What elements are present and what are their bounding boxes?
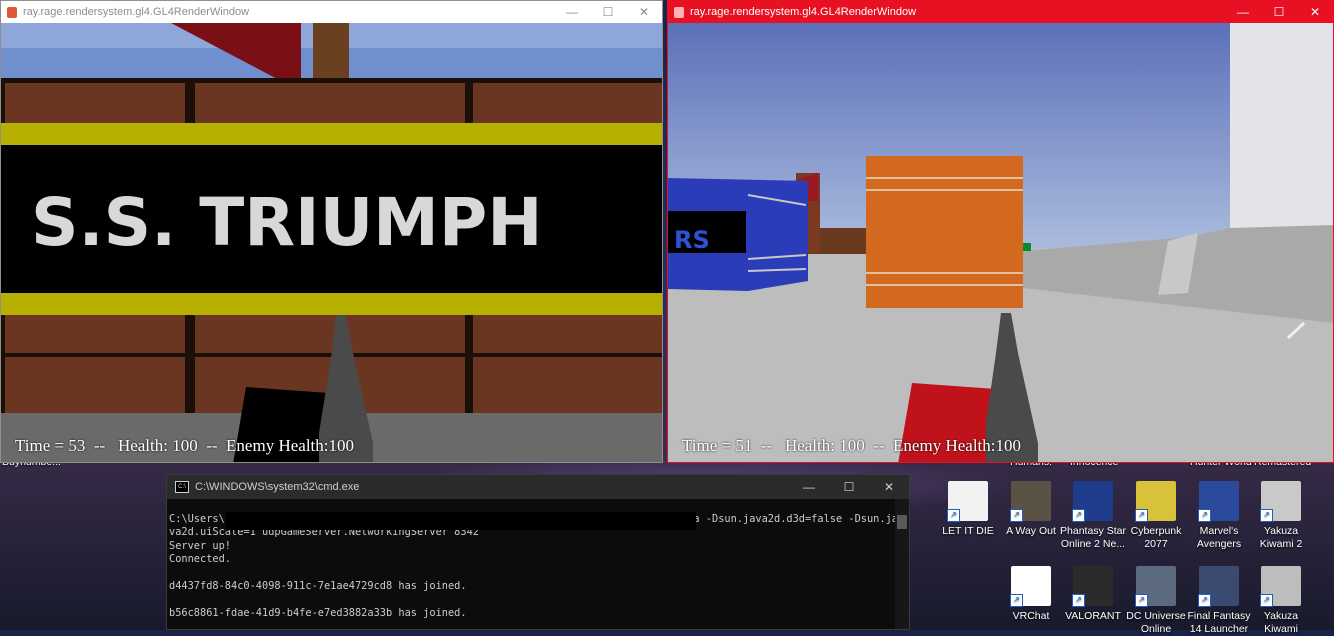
game-scene: RS [668, 23, 1333, 462]
cyberpunk-icon: ↗ [1135, 481, 1176, 522]
minimize-button[interactable]: — [789, 476, 829, 498]
window-title: ray.rage.rendersystem.gl4.GL4RenderWindo… [690, 6, 917, 18]
shortcut-label: A Way Out [1006, 525, 1056, 537]
desktop-shortcut[interactable]: ↗ Yakuza Kiwami 2 [1246, 481, 1316, 551]
game-viewport[interactable]: S.S. TRIUMPH Time = 53 -- Health: 100 --… [1, 23, 662, 462]
close-button[interactable]: ✕ [626, 1, 662, 23]
console-window[interactable]: C:\ C:\WINDOWS\system32\cmd.exe — ☐ ✕ C:… [166, 474, 910, 630]
app-icon [7, 6, 17, 18]
shortcut-label: DC Universe Online [1126, 610, 1186, 635]
a-way-out-icon: ↗ [1010, 481, 1051, 522]
desktop-shortcut[interactable]: ↗ Marvel's Avengers [1184, 481, 1254, 551]
terminal-icon: C:\ [175, 481, 189, 493]
shortcut-label: Yakuza Kiwami [1263, 610, 1299, 635]
yakuza-kiwami-icon: ↗ [1260, 566, 1301, 607]
minimize-button[interactable]: — [1225, 1, 1261, 23]
title-bar[interactable]: ray.rage.rendersystem.gl4.GL4RenderWindo… [668, 1, 1333, 23]
hud-status: Time = 53 -- Health: 100 -- Enemy Health… [15, 436, 354, 455]
console-output[interactable]: C:\Users\ va2d.uiScale=1 udpGameServer.N… [169, 513, 893, 629]
game-viewport[interactable]: RS Time = 51 -- Health: 100 -- Enemy Hea… [668, 23, 1333, 462]
shortcut-arrow-icon: ↗ [1072, 509, 1085, 522]
desktop-shortcut[interactable]: ↗ VALORANT [1058, 566, 1128, 623]
sign-fragment: RS [674, 226, 710, 254]
desktop-shortcut[interactable]: ↗ Cyberpunk 2077 [1121, 481, 1191, 551]
desktop-shortcut[interactable]: ↗ LET IT DIE [933, 481, 1003, 538]
title-bar[interactable]: C:\ C:\WINDOWS\system32\cmd.exe — ☐ ✕ [167, 475, 909, 499]
console-line: b56c8861-fdae-41d9-b4fe-e7ed3882a33b has… [169, 606, 467, 619]
minimize-button[interactable]: — [554, 1, 590, 23]
desktop-shortcut[interactable]: ↗ Phantasy Star Online 2 Ne... [1058, 481, 1128, 551]
redacted-path [226, 512, 696, 530]
shortcut-label: LET IT DIE [942, 525, 994, 537]
app-icon [674, 6, 684, 18]
desktop-shortcut[interactable]: ↗ Yakuza Kiwami [1246, 566, 1316, 636]
shortcut-arrow-icon: ↗ [1135, 594, 1148, 607]
yakuza-icon: ↗ [1260, 481, 1301, 522]
desktop-shortcut[interactable]: ↗ A Way Out [996, 481, 1066, 538]
shortcut-label: VRChat [1012, 610, 1050, 622]
shortcut-arrow-icon: ↗ [1198, 509, 1211, 522]
shortcut-label: Marvel's Avengers [1196, 525, 1242, 550]
shortcut-arrow-icon: ↗ [1260, 594, 1273, 607]
shortcut-label: Cyberpunk 2077 [1130, 525, 1182, 550]
shortcut-arrow-icon: ↗ [1135, 509, 1148, 522]
shortcut-label: Yakuza Kiwami 2 [1259, 525, 1303, 550]
console-line-tail: ava -Dsun.java2d.d3d=false -Dsun.ja [681, 513, 898, 525]
console-line: d4437fd8-84c0-4098-911c-7e1ae4729cd8 has… [169, 579, 467, 592]
dcuo-icon: ↗ [1135, 566, 1176, 607]
shortcut-label: VALORANT [1065, 610, 1121, 622]
let-it-die-icon: ↗ [947, 481, 988, 522]
desktop-shortcut[interactable]: ↗ DC Universe Online [1121, 566, 1191, 636]
vrchat-icon: ↗ [1010, 566, 1051, 607]
shortcut-label: Final Fantasy 14 Launcher [1187, 610, 1251, 635]
maximize-button[interactable]: ☐ [1261, 1, 1297, 23]
window-title: C:\WINDOWS\system32\cmd.exe [195, 481, 360, 493]
console-line: Server up! [169, 539, 231, 552]
valorant-icon: ↗ [1072, 566, 1113, 607]
shortcut-arrow-icon: ↗ [1198, 594, 1211, 607]
avengers-icon: ↗ [1198, 481, 1239, 522]
title-bar[interactable]: ray.rage.rendersystem.gl4.GL4RenderWindo… [1, 1, 662, 23]
ship-name-sign: S.S. TRIUMPH [31, 184, 542, 261]
window-title: ray.rage.rendersystem.gl4.GL4RenderWindo… [23, 6, 250, 18]
shortcut-arrow-icon: ↗ [1010, 594, 1023, 607]
game-window-left[interactable]: ray.rage.rendersystem.gl4.GL4RenderWindo… [0, 0, 663, 463]
shortcut-arrow-icon: ↗ [1010, 509, 1023, 522]
game-window-right[interactable]: ray.rage.rendersystem.gl4.GL4RenderWindo… [667, 0, 1334, 463]
hud-status: Time = 51 -- Health: 100 -- Enemy Health… [682, 436, 1021, 455]
desktop-shortcut[interactable]: ↗ Final Fantasy 14 Launcher [1184, 566, 1254, 636]
game-scene: S.S. TRIUMPH [1, 23, 662, 462]
pso2-icon: ↗ [1072, 481, 1113, 522]
console-scroll-thumb[interactable] [897, 515, 907, 529]
console-line: Connected. [169, 553, 231, 566]
shortcut-arrow-icon: ↗ [1072, 594, 1085, 607]
maximize-button[interactable]: ☐ [829, 476, 869, 498]
shortcut-arrow-icon: ↗ [947, 509, 960, 522]
close-button[interactable]: ✕ [1297, 1, 1333, 23]
close-button[interactable]: ✕ [869, 476, 909, 498]
maximize-button[interactable]: ☐ [590, 1, 626, 23]
shortcut-arrow-icon: ↗ [1260, 509, 1273, 522]
ffxiv-icon: ↗ [1198, 566, 1239, 607]
shortcut-label: Phantasy Star Online 2 Ne... [1060, 525, 1126, 550]
desktop-shortcut[interactable]: ↗ VRChat [996, 566, 1066, 623]
